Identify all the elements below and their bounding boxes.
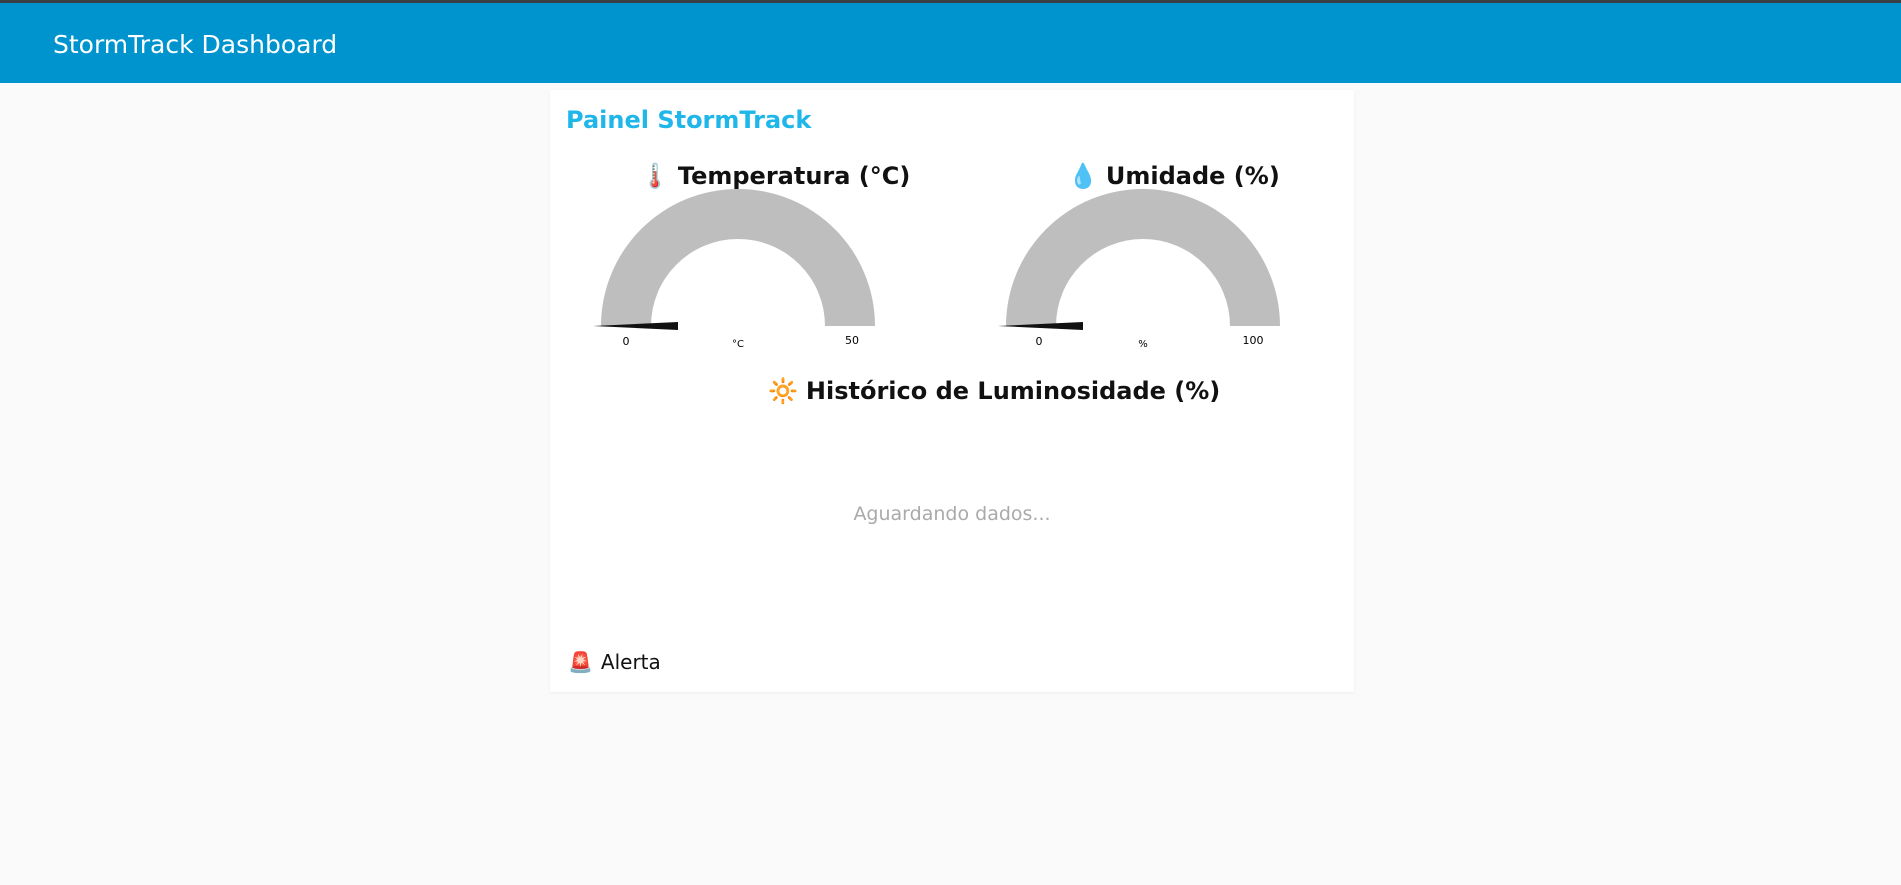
humidity-max-label: 100 xyxy=(1243,334,1264,347)
temperature-gauge-track xyxy=(601,189,875,326)
temperature-gauge: 0 °C 50 xyxy=(593,189,875,350)
temperature-min-label: 0 xyxy=(623,335,630,348)
humidity-title-text: Umidade (%) xyxy=(1105,162,1280,190)
humidity-min-label: 0 xyxy=(1036,335,1043,348)
humidity-title: 💧 Umidade (%) xyxy=(1068,162,1280,190)
siren-icon: 🚨 xyxy=(568,650,593,674)
alert-label: Alerta xyxy=(600,650,661,674)
alert-row: 🚨 Alerta xyxy=(568,650,661,674)
app-title: StormTrack Dashboard xyxy=(53,30,338,59)
temperature-title: 🌡️ Temperatura (°C) xyxy=(640,162,910,190)
droplet-icon: 💧 xyxy=(1068,162,1098,190)
top-bar: StormTrack Dashboard xyxy=(0,0,1901,83)
panel-title: Painel StormTrack xyxy=(566,106,812,134)
temperature-unit-label: °C xyxy=(732,339,744,350)
luminosity-title: 🔆 Histórico de Luminosidade (%) xyxy=(768,377,1220,405)
dashboard-panel: Painel StormTrack 🌡️ Temperatura (°C) 0 … xyxy=(550,90,1354,692)
luminosity-waiting-text: Aguardando dados... xyxy=(853,503,1051,525)
humidity-gauge-track xyxy=(1006,189,1280,326)
humidity-unit-label: % xyxy=(1138,339,1148,350)
luminosity-title-text: Histórico de Luminosidade (%) xyxy=(805,377,1221,405)
temperature-title-text: Temperatura (°C) xyxy=(677,162,911,190)
thermometer-icon: 🌡️ xyxy=(640,162,670,190)
humidity-gauge: 0 % 100 xyxy=(998,189,1280,350)
temperature-max-label: 50 xyxy=(845,334,859,347)
sun-icon: 🔆 xyxy=(768,377,798,405)
